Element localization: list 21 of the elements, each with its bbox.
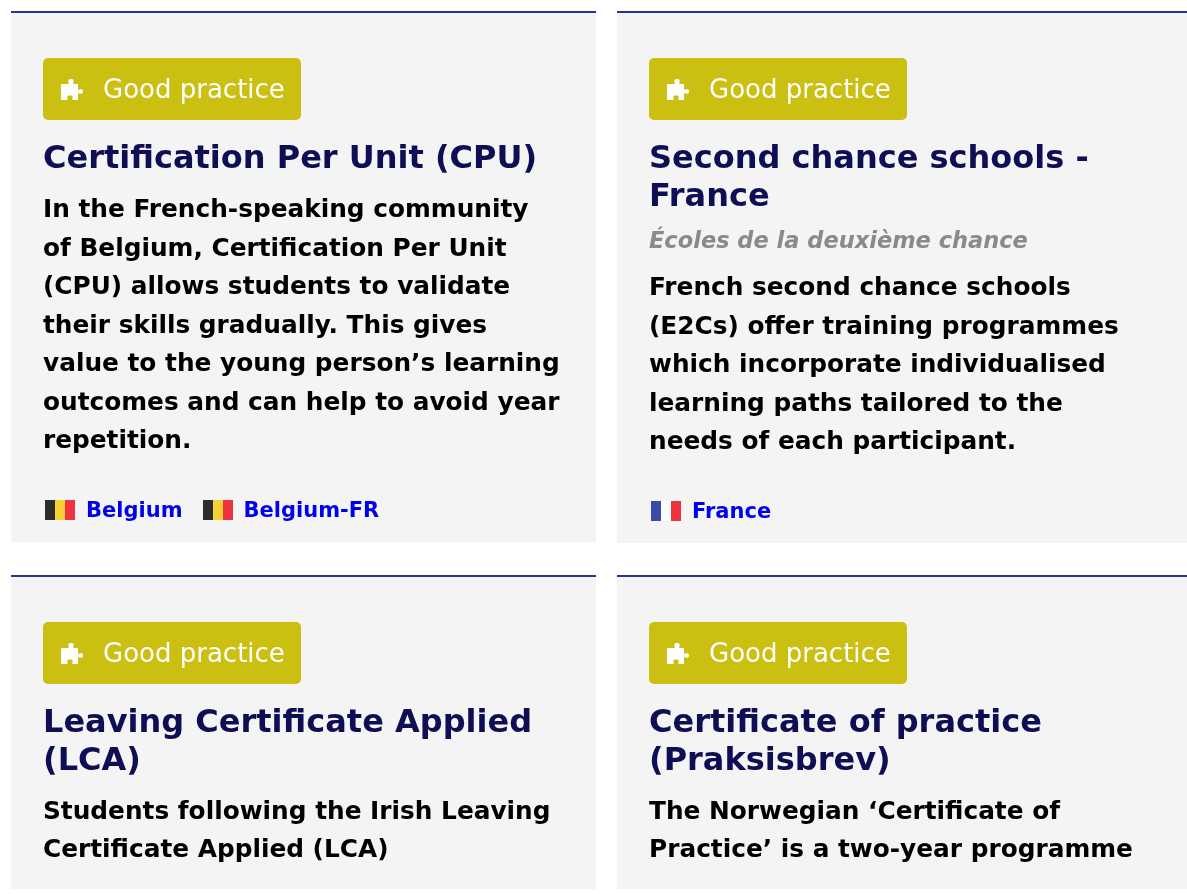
puzzle-piece-icon [665,76,691,102]
card-title[interactable]: Leaving Certificate Applied (LCA) [43,701,564,778]
card-subtitle: Écoles de la deuxième chance [649,226,1029,254]
good-practice-badge: Good practice [649,58,907,120]
good-practice-badge: Good practice [43,621,301,684]
card-description: The Norwegian ‘Certificate of Practice’ is a two-year programme [649,794,1134,865]
card-description: Students following the Irish Leaving Certificate Applied (LCA) [43,794,552,865]
good-practice-badge: Good practice [43,58,301,120]
card-title[interactable]: Second chance schools - France [649,138,1155,214]
puzzle-piece-icon [59,76,85,102]
good-practice-badge: Good practice [649,621,907,684]
country-link[interactable]: Belgium-FR [200,497,380,522]
flag-icon [43,499,77,520]
flag-icon [649,500,683,521]
card-description: In the French-speaking community of Belgium, Certification Per Unit (CPU) allows students to validate their skills gradually. This gives value to the young person’s learning outcomes and can help to avoid year repetition. [43,193,561,456]
card-title[interactable]: Certification Per Unit (CPU) [43,138,564,176]
flag-icon [200,499,235,520]
card-description: French second chance schools (E2Cs) offer training programmes which incorporate individualised learning paths tailored to the needs of each participant. [649,271,1120,457]
card-title[interactable]: Certificate of practice (Praksisbrev) [649,701,1155,778]
country-link[interactable]: Belgium [43,497,183,522]
country-link[interactable]: France [649,498,772,523]
